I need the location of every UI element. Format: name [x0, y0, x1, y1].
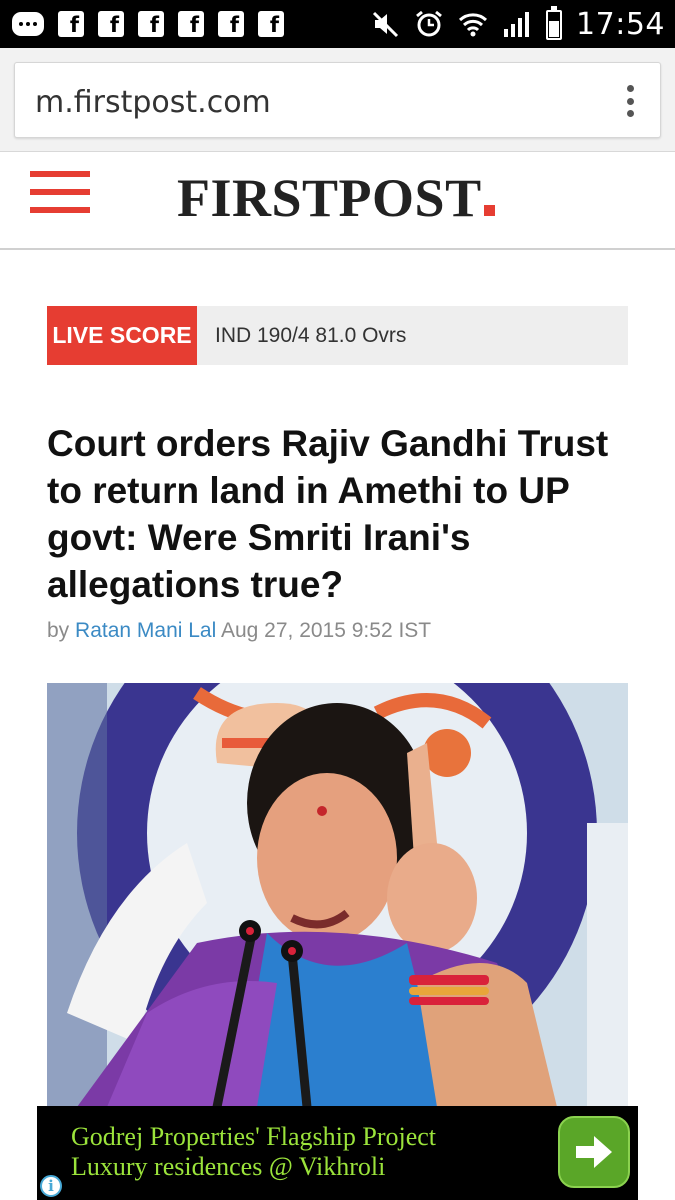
facebook-icon: f [98, 11, 124, 37]
facebook-icon: f [178, 11, 204, 37]
alarm-icon [416, 10, 442, 37]
article-photo [47, 683, 628, 1107]
ad-go-button[interactable] [558, 1116, 630, 1188]
battery-icon [546, 6, 563, 40]
live-score-text: IND 190/4 81.0 Ovrs [215, 324, 407, 347]
logo-text: FIRSTPOST [177, 168, 482, 228]
address-bar[interactable]: m.firstpost.com [14, 62, 661, 138]
byline-prefix: by [47, 619, 70, 642]
facebook-icon: f [58, 11, 84, 37]
overflow-menu-icon[interactable] [626, 85, 634, 117]
site-header: FIRSTPOST [0, 153, 675, 250]
hamburger-menu-icon[interactable] [30, 171, 90, 213]
ad-subline[interactable]: Luxury residences @ Vikhroli [71, 1152, 385, 1182]
mute-icon [372, 11, 399, 38]
chat-icon [12, 12, 44, 36]
logo-dot [483, 205, 495, 216]
site-logo[interactable]: FIRSTPOST [177, 167, 495, 229]
signal-icon [504, 12, 530, 37]
article-headline: Court orders Rajiv Gandhi Trust to retur… [47, 423, 609, 605]
system-icons: 17:54 [370, 6, 665, 42]
ad-banner[interactable]: Godrej Properties' Flagship Project Luxu… [37, 1106, 638, 1200]
live-score-label: LIVE SCORE [47, 306, 197, 365]
facebook-icon: f [138, 11, 164, 37]
status-time: 17:54 [576, 6, 665, 42]
facebook-icon: f [258, 11, 284, 37]
live-score-banner[interactable]: LIVE SCORE IND 190/4 81.0 Ovrs [47, 306, 628, 365]
author-link[interactable]: Ratan Mani Lal [75, 619, 216, 642]
article-date: Aug 27, 2015 9:52 IST [220, 619, 432, 642]
notification-icons: f f f f f f [12, 9, 284, 39]
facebook-icon: f [218, 11, 244, 37]
browser-toolbar: m.firstpost.com [0, 48, 675, 152]
ad-headline[interactable]: Godrej Properties' Flagship Project [71, 1122, 436, 1152]
wifi-icon [459, 13, 488, 37]
article-byline: by Ratan Mani Lal Aug 27, 2015 9:52 IST [47, 619, 431, 643]
status-bar: f f f f f f 17:54 [0, 0, 675, 48]
arrow-right-icon [576, 1136, 612, 1168]
ad-info-icon[interactable]: i [40, 1175, 62, 1197]
url-text[interactable]: m.firstpost.com [35, 85, 271, 120]
